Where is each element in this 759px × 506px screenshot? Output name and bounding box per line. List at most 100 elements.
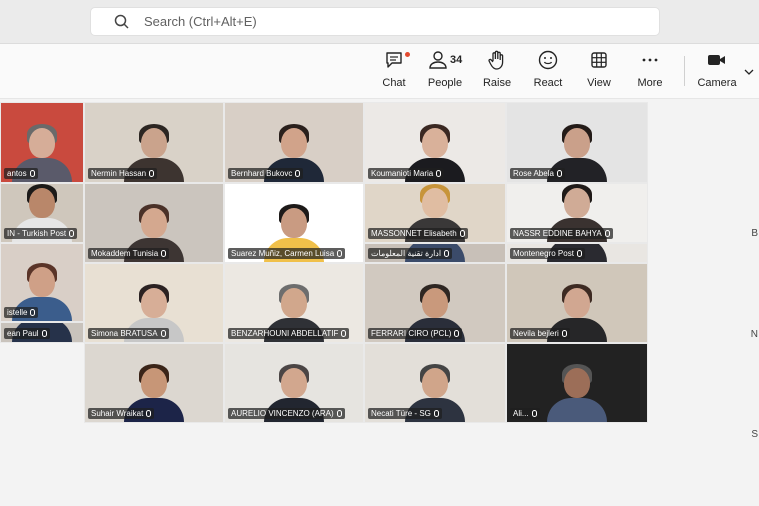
microphone-icon [295, 170, 301, 177]
participant-tile[interactable]: Rose Abela [506, 102, 648, 183]
participant-tile[interactable]: Koumanioti Maria [364, 102, 506, 183]
participant-name: Koumanioti Maria [371, 169, 434, 178]
participant-tile[interactable]: Simona BRATUSA [84, 263, 224, 343]
participant-name: NASSR EDDINE BAHYA [513, 229, 602, 238]
participant-tile[interactable]: Nermin Hassan [84, 102, 224, 183]
participant-name: Simona BRATUSA [91, 329, 158, 338]
participant-tile[interactable]: istelle [0, 243, 84, 322]
participant-tile[interactable]: Montenegro Post [506, 243, 648, 263]
participant-head [281, 288, 307, 318]
title-bar: Search (Ctrl+Alt+E) [0, 0, 759, 44]
participant-name: Rose Abela [513, 169, 554, 178]
microphone-icon [29, 170, 35, 177]
microphone-icon [161, 250, 167, 257]
search-placeholder: Search (Ctrl+Alt+E) [144, 14, 257, 29]
microphone-icon [337, 250, 343, 257]
raise-label: Raise [482, 77, 512, 89]
participant-name: Suhair Wraikat [91, 409, 144, 418]
raise-button[interactable]: Raise [472, 49, 522, 95]
participant-name: Nevila bejleri [513, 329, 559, 338]
participant-head [29, 128, 55, 158]
participant-tile[interactable]: Mokaddem Tunisia [84, 183, 224, 263]
microphone-icon [336, 410, 342, 417]
participant-name: Suarez Muñiz, Carmen Luisa [231, 249, 335, 258]
participant-head [422, 368, 448, 398]
side-letter: S [751, 429, 758, 440]
participant-head [422, 188, 448, 218]
participant-name-label: Necati Türe - SG [368, 408, 442, 419]
participant-head [422, 128, 448, 158]
participant-tile[interactable]: MASSONNET Elisabeth [364, 183, 506, 243]
side-letter: B [751, 228, 758, 239]
participant-name: AURELIO VINCENZO (ARA) [231, 409, 334, 418]
participant-name: Montenegro Post [513, 249, 574, 258]
microphone-icon [556, 170, 562, 177]
people-label: People [427, 77, 463, 89]
participant-tile[interactable]: ادارة تقنية المعلومات [364, 243, 506, 263]
participant-head [141, 128, 167, 158]
react-label: React [533, 77, 563, 89]
participant-tile[interactable]: ean Paul [0, 322, 84, 343]
participant-grid: antos Nermin Hassan Bernhard Bukovc Koumani… [0, 102, 648, 502]
microphone-icon [146, 410, 152, 417]
participant-name: Ali... [513, 409, 529, 418]
participant-name-label: FERRARI CIRO (PCL) [368, 328, 463, 339]
microphone-icon [444, 250, 450, 257]
side-letter: N [750, 329, 758, 340]
participant-name-label: ean Paul [4, 328, 50, 339]
participant-name-label: Suarez Muñiz, Carmen Luisa [228, 248, 346, 259]
participant-name-label: antos [4, 168, 38, 179]
search-box[interactable]: Search (Ctrl+Alt+E) [90, 7, 660, 36]
participant-name: Bernhard Bukovc [231, 169, 293, 178]
camera-label: Camera [697, 77, 737, 89]
grid-icon [591, 52, 607, 68]
participant-name-label: AURELIO VINCENZO (ARA) [228, 408, 345, 419]
participant-name-label: IN - Turkish Post [4, 228, 78, 239]
camera-button[interactable]: Camera [692, 49, 742, 95]
participant-head [141, 288, 167, 318]
participant-tile[interactable]: Suhair Wraikat [84, 343, 224, 423]
camera-options-chevron-icon[interactable] [743, 64, 755, 82]
participant-name-label: Nevila bejleri [510, 328, 570, 339]
view-label: View [587, 77, 611, 89]
participant-tile[interactable]: AURELIO VINCENZO (ARA) [224, 343, 364, 423]
participant-tile[interactable]: BENZARHOUNI ABDELLATIF [224, 263, 364, 343]
view-button[interactable]: View [574, 49, 624, 95]
participant-name-label: ادارة تقنية المعلومات [368, 248, 453, 259]
participant-tile[interactable]: NASSR EDDINE BAHYA [506, 183, 648, 243]
participant-name: istelle [7, 308, 28, 317]
camera-icon [708, 55, 725, 65]
participant-name: FERRARI CIRO (PCL) [371, 329, 452, 338]
participant-tile[interactable]: Ali... [506, 343, 648, 423]
microphone-icon [30, 309, 36, 316]
people-button[interactable]: 34 People [420, 49, 470, 95]
smiley-icon [538, 50, 558, 70]
react-button[interactable]: React [523, 49, 573, 95]
participant-name: Necati Türe - SG [371, 409, 431, 418]
participant-name: IN - Turkish Post [7, 229, 67, 238]
participant-head [141, 208, 167, 238]
participant-name: Nermin Hassan [91, 169, 147, 178]
participant-tile[interactable]: IN - Turkish Post [0, 183, 84, 243]
participant-tile[interactable]: Suarez Muñiz, Carmen Luisa [224, 183, 364, 263]
participant-name: antos [7, 169, 27, 178]
participant-tile[interactable]: antos [0, 102, 84, 183]
more-button[interactable]: More [625, 49, 675, 95]
microphone-icon [436, 170, 442, 177]
chat-label: Chat [382, 77, 406, 89]
participant-name: ean Paul [7, 329, 39, 338]
participant-head [281, 128, 307, 158]
participant-head [422, 288, 448, 318]
participant-tile[interactable]: Bernhard Bukovc [224, 102, 364, 183]
participant-tile[interactable]: Nevila bejleri [506, 263, 648, 343]
participant-name-label: BENZARHOUNI ABDELLATIF [228, 328, 350, 339]
microphone-icon [69, 230, 75, 237]
microphone-icon [459, 230, 465, 237]
participant-tile[interactable]: Necati Türe - SG [364, 343, 506, 423]
participant-head [29, 267, 55, 297]
chat-icon [386, 52, 402, 68]
participant-tile[interactable]: FERRARI CIRO (PCL) [364, 263, 506, 343]
people-count: 34 [450, 54, 463, 66]
participant-head [564, 288, 590, 318]
chat-button[interactable]: Chat [369, 49, 419, 95]
